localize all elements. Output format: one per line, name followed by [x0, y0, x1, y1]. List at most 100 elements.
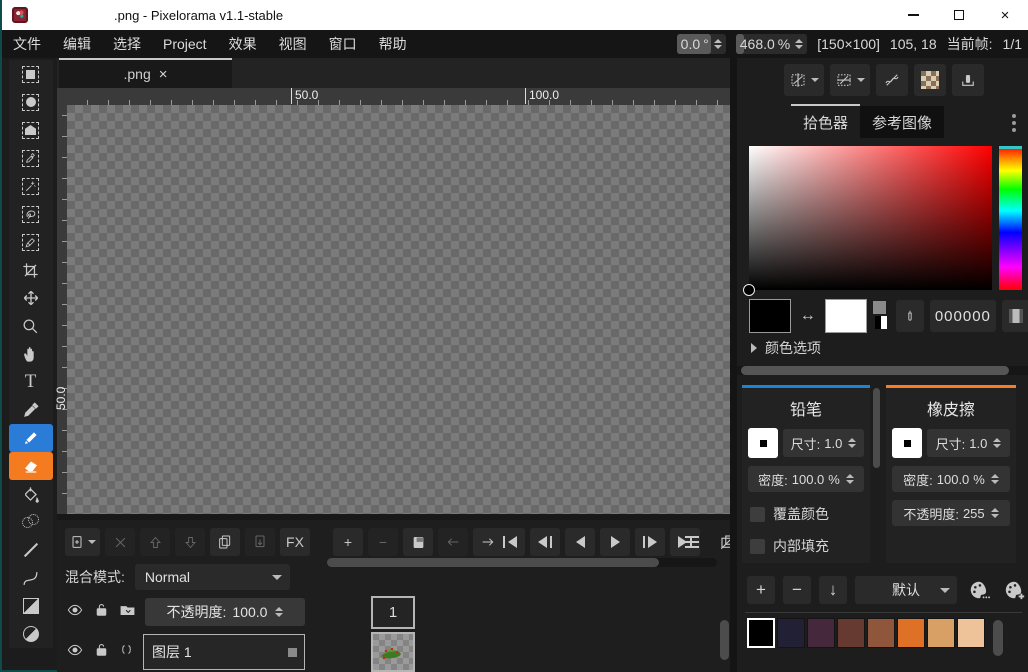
- move-layer-down-button[interactable]: [175, 528, 205, 556]
- menu-edit[interactable]: 编辑: [52, 30, 102, 58]
- move-frame-left-button[interactable]: [438, 528, 468, 556]
- size-spinner[interactable]: [848, 438, 856, 448]
- eraser-size-spinbox[interactable]: 尺寸: 1.0: [927, 429, 1010, 457]
- menu-window[interactable]: 窗口: [318, 30, 368, 58]
- palette-select-dropdown[interactable]: 默认: [855, 576, 957, 604]
- density-spinner[interactable]: [991, 474, 999, 484]
- layer1-name[interactable]: 图层 1: [143, 634, 305, 670]
- opacity-spinner[interactable]: [991, 508, 999, 518]
- size-spinner[interactable]: [993, 438, 1001, 448]
- palette-swatch-6[interactable]: [897, 618, 925, 648]
- move-layer-up-button[interactable]: [140, 528, 170, 556]
- menu-project[interactable]: Project: [152, 30, 218, 58]
- tool-color-picker[interactable]: [9, 396, 53, 424]
- remove-frame-button[interactable]: −: [368, 528, 398, 556]
- picker-horizontal-scrollbar[interactable]: [737, 366, 1028, 375]
- palette-swatch-7[interactable]: [927, 618, 955, 648]
- clone-frame-button[interactable]: [403, 528, 433, 556]
- tab-reference-images[interactable]: 参考图像: [860, 106, 944, 138]
- layer-visibility-icon[interactable]: [65, 602, 85, 623]
- eraser-brush-button[interactable]: [892, 428, 922, 458]
- timeline-settings-button[interactable]: [677, 528, 707, 556]
- drawing-canvas[interactable]: [67, 105, 730, 514]
- tab-close-icon[interactable]: ×: [159, 66, 168, 83]
- tool-line[interactable]: [9, 536, 53, 564]
- hue-cursor[interactable]: [999, 146, 1022, 149]
- timeline-vertical-scrollbar[interactable]: [720, 616, 729, 672]
- saturation-value-picker[interactable]: [749, 146, 992, 290]
- tool-color-select[interactable]: [9, 144, 53, 172]
- eraser-density-spinbox[interactable]: 密度: 100.0 %: [892, 466, 1010, 492]
- tool-move[interactable]: [9, 284, 53, 312]
- dynamics-button[interactable]: [952, 64, 984, 96]
- tool-pencil[interactable]: [9, 424, 53, 452]
- add-frame-button[interactable]: +: [333, 528, 363, 556]
- mirror-horizontal-button[interactable]: [784, 64, 824, 96]
- rotation-spinbox[interactable]: 0.0 °: [677, 34, 726, 54]
- close-button[interactable]: ×: [982, 0, 1028, 30]
- new-palette-button[interactable]: [1001, 576, 1028, 604]
- tool-shading[interactable]: [9, 508, 53, 536]
- layer1-visibility-icon[interactable]: [65, 642, 85, 663]
- zoom-spinner[interactable]: [795, 39, 803, 49]
- cel-thumbnail[interactable]: [371, 632, 415, 672]
- sv-cursor[interactable]: [743, 284, 755, 296]
- menu-effects[interactable]: 效果: [218, 30, 268, 58]
- default-colors-icon[interactable]: [873, 301, 888, 331]
- pencil-density-spinbox[interactable]: 密度: 100.0 %: [748, 466, 864, 492]
- remove-swatch-button[interactable]: −: [783, 576, 811, 604]
- alpha-lock-button[interactable]: [914, 64, 946, 96]
- pencil-size-spinbox[interactable]: 尺寸: 1.0: [783, 429, 864, 457]
- remove-layer-button[interactable]: [105, 528, 135, 556]
- go-first-frame-button[interactable]: [495, 528, 525, 556]
- minimize-button[interactable]: [890, 0, 936, 30]
- tab-color-picker[interactable]: 拾色器: [791, 104, 860, 138]
- tool-pan[interactable]: [9, 340, 53, 368]
- clone-layer-button[interactable]: [210, 528, 240, 556]
- tool-crop[interactable]: [9, 256, 53, 284]
- pencil-panel-scrollbar[interactable]: [873, 388, 880, 560]
- zoom-spinbox[interactable]: 468.0 %: [736, 34, 808, 54]
- add-layer-button[interactable]: [65, 528, 100, 556]
- layer-lock-icon[interactable]: [93, 601, 110, 623]
- menu-view[interactable]: 视图: [268, 30, 318, 58]
- tool-ellipse-select[interactable]: [9, 88, 53, 116]
- tool-paint-select[interactable]: [9, 228, 53, 256]
- tool-eraser[interactable]: [9, 452, 53, 480]
- layer1-link-cels-icon[interactable]: [118, 642, 135, 662]
- hex-color-field[interactable]: 000000: [930, 300, 996, 332]
- overwrite-color-checkbox[interactable]: [750, 507, 765, 522]
- tool-lasso[interactable]: [9, 200, 53, 228]
- fill-inside-checkbox[interactable]: [750, 539, 765, 554]
- maximize-button[interactable]: [936, 0, 982, 30]
- tool-text[interactable]: T: [9, 368, 53, 396]
- palette-swatch-3[interactable]: [807, 618, 835, 648]
- sort-palette-button[interactable]: ↓: [819, 576, 847, 604]
- horizontal-ruler[interactable]: 50.0 100.0: [67, 88, 737, 105]
- palette-scrollbar[interactable]: [993, 620, 1003, 666]
- right-color-swatch[interactable]: [825, 299, 867, 333]
- kebab-menu-icon[interactable]: [1012, 114, 1016, 132]
- density-spinner[interactable]: [846, 474, 854, 484]
- tool-magic-wand[interactable]: [9, 172, 53, 200]
- rotation-spinner[interactable]: [714, 39, 722, 49]
- layer-cel-menu-icon[interactable]: [118, 601, 137, 623]
- menu-select[interactable]: 选择: [102, 30, 152, 58]
- tool-rectangle-select[interactable]: [9, 60, 53, 88]
- screen-color-picker-button[interactable]: [896, 300, 924, 332]
- play-forward-button[interactable]: [600, 528, 630, 556]
- timeline-horizontal-scrollbar[interactable]: [327, 558, 717, 567]
- go-previous-frame-button[interactable]: [530, 528, 560, 556]
- palette-swatch-8[interactable]: [957, 618, 985, 648]
- add-swatch-button[interactable]: +: [747, 576, 775, 604]
- vertical-ruler[interactable]: 50.0: [57, 105, 67, 514]
- palette-swatch-2[interactable]: [777, 618, 805, 648]
- color-mode-button[interactable]: [1002, 300, 1028, 332]
- tool-ellipse[interactable]: [9, 620, 53, 648]
- tool-curve[interactable]: [9, 564, 53, 592]
- blend-mode-dropdown[interactable]: Normal: [135, 564, 290, 590]
- layer1-lock-icon[interactable]: [93, 641, 110, 663]
- frame-1-button[interactable]: 1: [371, 596, 415, 629]
- layer-opacity-spinner[interactable]: [275, 607, 283, 617]
- left-color-swatch[interactable]: [749, 299, 791, 333]
